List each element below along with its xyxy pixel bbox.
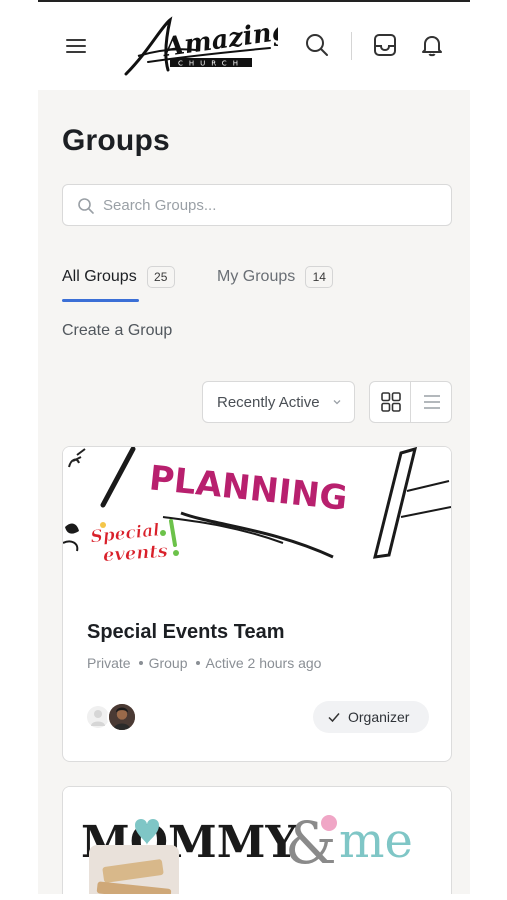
view-toggle xyxy=(369,381,452,423)
avatar xyxy=(87,706,109,728)
header-divider xyxy=(351,32,352,60)
group-card[interactable]: MOMMY & me xyxy=(62,786,452,894)
group-avatar[interactable]: Special events xyxy=(85,511,181,575)
group-meta: Private Group Active 2 hours ago xyxy=(87,655,321,671)
search-icon xyxy=(78,198,94,214)
search-icon[interactable] xyxy=(304,32,330,58)
group-type: Group xyxy=(148,655,188,671)
grid-icon xyxy=(381,392,401,412)
search-box xyxy=(62,184,452,226)
group-card[interactable]: PLANNING Special events Special Events T… xyxy=(62,446,452,762)
tab-my-groups[interactable]: My Groups 14 xyxy=(217,266,334,302)
inbox-icon[interactable] xyxy=(372,32,398,58)
group-privacy: Private xyxy=(87,655,131,671)
role-label: Organizer xyxy=(348,709,410,725)
tab-label: My Groups xyxy=(217,268,296,285)
bell-icon[interactable] xyxy=(419,32,445,58)
create-group-link[interactable]: Create a Group xyxy=(62,322,172,340)
grid-view-button[interactable] xyxy=(370,382,411,422)
member-avatars xyxy=(87,702,137,732)
svg-text:CHURCH: CHURCH xyxy=(178,60,244,68)
site-logo[interactable]: Amazing CHURCH xyxy=(118,12,292,82)
check-icon xyxy=(328,713,340,723)
tab-label: All Groups xyxy=(62,268,137,285)
groups-directory: Groups All Groups 25 My Groups 14 Create a… xyxy=(38,90,470,894)
sort-dropdown[interactable]: Recently Active xyxy=(202,381,355,423)
list-icon xyxy=(424,395,440,409)
menu-icon[interactable] xyxy=(66,38,86,56)
group-activity: Active 2 hours ago xyxy=(205,655,322,671)
svg-text:events: events xyxy=(102,541,168,566)
group-avatar[interactable] xyxy=(89,845,179,894)
organizer-badge[interactable]: Organizer xyxy=(313,701,429,733)
group-name[interactable]: Special Events Team xyxy=(87,621,285,644)
search-input[interactable] xyxy=(103,185,443,225)
site-header: Amazing CHURCH xyxy=(38,2,470,90)
svg-text:me: me xyxy=(339,813,413,869)
count-badge: 25 xyxy=(146,266,175,288)
svg-text:Amazing: Amazing xyxy=(159,16,278,64)
list-view-button[interactable] xyxy=(411,382,451,422)
active-tab-indicator xyxy=(62,299,139,302)
count-badge: 14 xyxy=(305,266,334,288)
avatar[interactable] xyxy=(107,702,137,732)
sort-selected-value: Recently Active xyxy=(217,394,320,411)
tab-all-groups[interactable]: All Groups 25 xyxy=(62,266,175,302)
page-title: Groups xyxy=(62,124,170,157)
chevron-down-icon xyxy=(333,400,341,405)
